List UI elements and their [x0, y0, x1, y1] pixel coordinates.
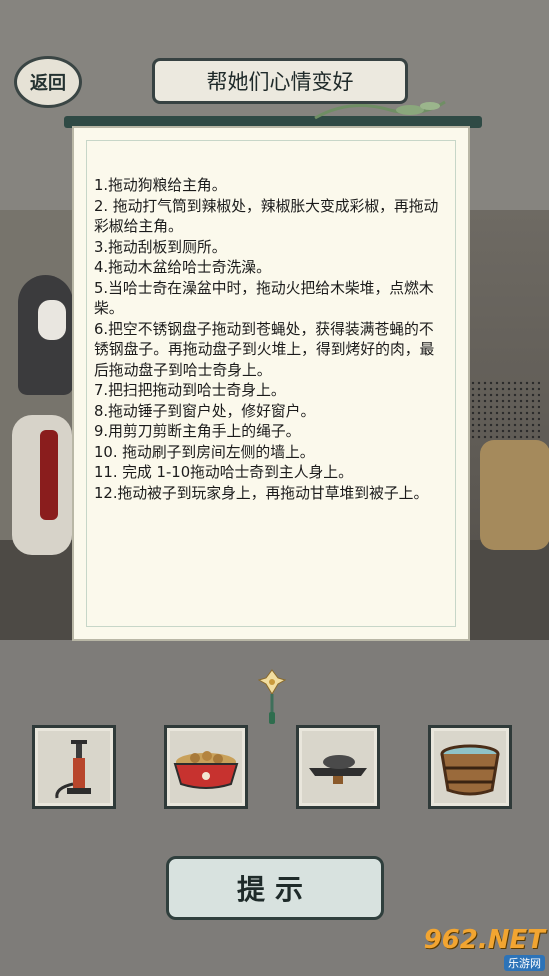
site-watermark: 962.NET 乐游网: [420, 924, 545, 972]
walkthrough-step: 12.拖动被子到玩家身上，再拖动甘草堆到被子上。: [94, 484, 429, 502]
walkthrough-step: 2. 拖动打气筒到辣椒处，辣椒胀大变成彩椒，再拖动彩椒给主角。: [94, 197, 439, 236]
scraper-icon: [309, 755, 367, 784]
walkthrough-step: 11. 完成 1-10拖动哈士奇到主人身上。: [94, 464, 353, 481]
back-button-label: 返回: [30, 73, 66, 94]
dog-food-bowl-icon: [173, 751, 239, 789]
back-button[interactable]: 返回: [14, 56, 82, 108]
straw-bundle[interactable]: [480, 440, 549, 550]
level-title-text: 帮她们心情变好: [206, 70, 354, 94]
hint-button-label: 提示: [236, 873, 313, 906]
walkthrough-step: 9.用剪刀剪断主角手上的绳子。: [94, 423, 301, 440]
walkthrough-step: 1.拖动狗粮给主角。: [94, 177, 227, 194]
wooden-tub-icon: [440, 744, 500, 796]
stain: [40, 430, 58, 520]
walkthrough-step: 7.把扫把拖动到哈士奇身上。: [94, 382, 286, 399]
walkthrough-panel: 1.拖动狗粮给主角。 2. 拖动打气筒到辣椒处，辣椒胀大变成彩椒，再拖动彩椒给主…: [72, 126, 470, 641]
walkthrough-step: 3.拖动刮板到厕所。: [94, 238, 227, 256]
watermark-subtext: 乐游网: [504, 955, 545, 971]
inventory-slot-pump[interactable]: [32, 725, 116, 809]
inventory-slot-scraper[interactable]: [296, 725, 380, 809]
pendant-charm-icon: [258, 669, 286, 724]
watermark-logo-text: 962.NET: [423, 925, 545, 955]
walkthrough-text: 1.拖动狗粮给主角。 2. 拖动打气筒到辣椒处，辣椒胀大变成彩椒，再拖动彩椒给主…: [94, 176, 448, 504]
flies-swarm[interactable]: [470, 380, 540, 440]
husky-face: [38, 300, 66, 340]
air-pump-icon: [55, 740, 91, 799]
walkthrough-step: 4.拖动木盆给哈士奇洗澡。: [94, 259, 271, 276]
inventory-slot-dog-food[interactable]: [164, 725, 248, 809]
inventory-slot-tub[interactable]: [428, 725, 512, 809]
bamboo-leaf-icon: [314, 100, 446, 120]
walkthrough-step: 8.拖动锤子到窗户处，修好窗户。: [94, 402, 316, 420]
hint-button[interactable]: 提示: [166, 856, 384, 920]
walkthrough-step: 5.当哈士奇在澡盆中时，拖动火把给木柴堆，点燃木柴。: [94, 279, 434, 318]
walkthrough-step: 10. 拖动刷子到房间左侧的墙上。: [94, 443, 315, 461]
walkthrough-step: 6.把空不锈钢盘子拖动到苍蝇处，获得装满苍蝇的不锈钢盘子。再拖动盘子到火堆上，得…: [94, 320, 435, 379]
